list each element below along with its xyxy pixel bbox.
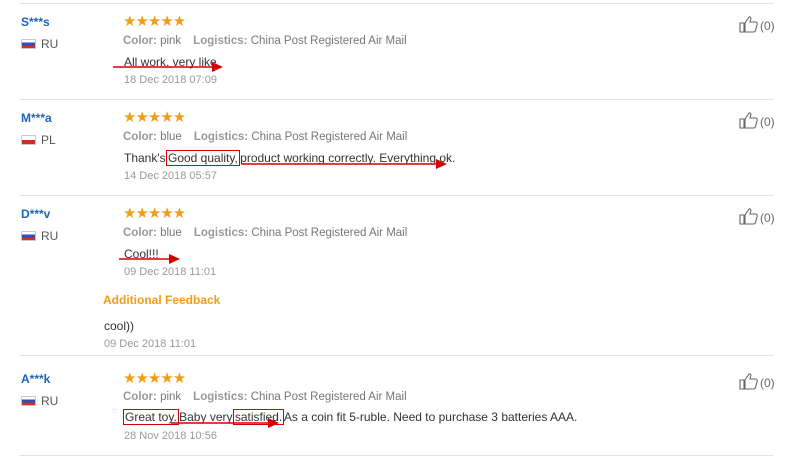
like-count: (0)	[760, 211, 775, 225]
color-label: Color:	[123, 391, 157, 403]
star-rating: ★★★★★	[123, 370, 186, 387]
color-label: Color:	[123, 227, 157, 239]
like-button[interactable]: (0)	[739, 111, 775, 129]
highlight-box: satisfied.	[232, 409, 285, 425]
review-item: A***k RU ★★★★★ Color: pink Logistics: Chi…	[20, 356, 775, 456]
review-date: 14 Dec 2018 05:57	[124, 170, 217, 182]
thumbs-up-icon	[739, 112, 758, 129]
review-date: 09 Dec 2018 11:01	[124, 266, 217, 278]
color-value: blue	[160, 227, 182, 239]
reviewer-name[interactable]: M***a	[21, 111, 52, 125]
country-code: RU	[41, 394, 59, 408]
flag-ru-icon	[21, 396, 36, 406]
logistics-value: China Post Registered Air Mail	[250, 35, 407, 47]
logistics-value: China Post Registered Air Mail	[251, 131, 408, 143]
reviewer-name[interactable]: D***v	[21, 207, 50, 221]
review-meta: Color: blue Logistics: China Post Registe…	[123, 227, 407, 239]
reviewer-country: RU	[21, 394, 58, 408]
thumbs-up-icon	[739, 16, 758, 33]
highlight-box: Great toy.	[123, 409, 179, 425]
review-date: 28 Nov 2018 10:56	[124, 430, 217, 442]
reviewer-country: RU	[21, 229, 58, 243]
color-label: Color:	[123, 131, 157, 143]
review-text: All work, very like	[124, 55, 217, 69]
reviewer-country: PL	[21, 133, 56, 147]
review-text: Thank's Good quality, product working co…	[124, 150, 456, 166]
color-value: pink	[160, 35, 182, 47]
thumbs-up-icon	[739, 208, 758, 225]
review-meta: Color: blue Logistics: China Post Registe…	[123, 131, 407, 143]
highlight-box: Good quality,	[165, 150, 240, 166]
review-text-post: As a coin fit 5-ruble. Need to purchase …	[281, 410, 578, 424]
like-count: (0)	[760, 115, 775, 129]
country-code: RU	[41, 229, 59, 243]
like-button[interactable]: (0)	[739, 372, 775, 390]
review-text-post: product working correctly. Everything ok…	[236, 151, 456, 165]
flag-pl-icon	[21, 135, 36, 145]
logistics-label: Logistics:	[193, 131, 249, 143]
flag-ru-icon	[21, 39, 36, 49]
logistics-value: China Post Registered Air Mail	[251, 227, 408, 239]
review-text-pre: Thank's	[124, 151, 169, 165]
reviewer-name[interactable]: S***s	[21, 15, 50, 29]
color-value: pink	[160, 391, 182, 403]
additional-feedback-text: cool))	[104, 319, 135, 333]
star-rating: ★★★★★	[123, 13, 186, 30]
additional-feedback-date: 09 Dec 2018 11:01	[104, 338, 197, 350]
flag-ru-icon	[21, 231, 36, 241]
review-meta: Color: pink Logistics: China Post Registe…	[123, 35, 407, 47]
like-count: (0)	[760, 19, 775, 33]
reviewer-country: RU	[21, 37, 58, 51]
like-count: (0)	[760, 376, 775, 390]
reviewer-name[interactable]: A***k	[21, 372, 50, 386]
logistics-label: Logistics:	[193, 227, 249, 239]
review-item: M***a PL ★★★★★ Color: blue Logistics: Chi…	[20, 100, 775, 196]
star-rating: ★★★★★	[123, 109, 186, 126]
review-date: 18 Dec 2018 07:09	[124, 74, 217, 86]
review-item: S***s RU ★★★★★ Color: pink Logistics: Chi…	[20, 4, 775, 100]
country-code: RU	[41, 37, 59, 51]
review-text-mid: Baby very	[175, 410, 236, 424]
additional-feedback-title: Additional Feedback	[103, 293, 221, 307]
thumbs-up-icon	[739, 373, 758, 390]
color-value: blue	[160, 131, 182, 143]
logistics-label: Logistics:	[193, 391, 248, 403]
review-text: Great toy. Baby very satisfied. As a coi…	[123, 409, 578, 425]
color-label: Color:	[123, 35, 157, 47]
review-text: Cool!!!	[124, 247, 159, 261]
country-code: PL	[41, 133, 56, 147]
logistics-value: China Post Registered Air Mail	[250, 391, 407, 403]
review-meta: Color: pink Logistics: China Post Registe…	[123, 391, 407, 403]
like-button[interactable]: (0)	[739, 15, 775, 33]
star-rating: ★★★★★	[123, 205, 186, 222]
logistics-label: Logistics:	[193, 35, 248, 47]
like-button[interactable]: (0)	[739, 207, 775, 225]
